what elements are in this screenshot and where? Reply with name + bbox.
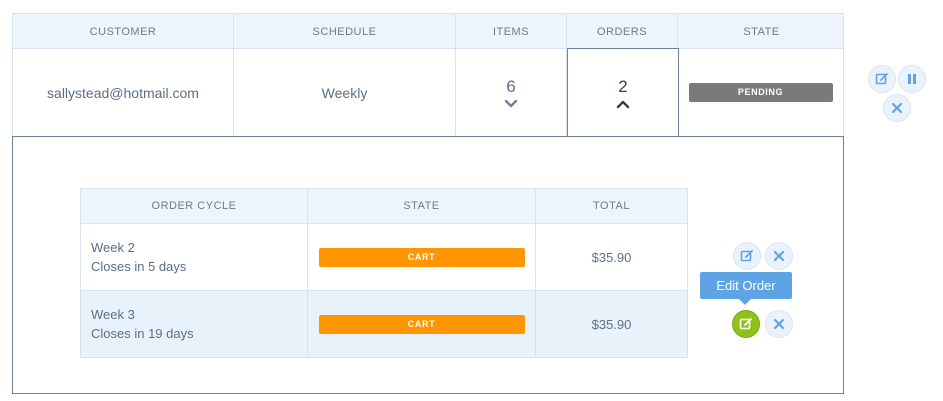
state-cell: PENDING bbox=[678, 49, 843, 136]
schedule-value: Weekly bbox=[234, 49, 456, 136]
orders-panel: ORDER CYCLE STATE TOTAL Week 2 Closes in… bbox=[12, 136, 844, 394]
order-cycle-cell: Week 2 Closes in 5 days bbox=[81, 224, 308, 290]
orders-header-row: ORDER CYCLE STATE TOTAL bbox=[80, 188, 688, 224]
subscription-row: sallystead@hotmail.com Weekly 6 2 PENDIN… bbox=[12, 48, 844, 137]
header-state: STATE bbox=[743, 26, 780, 38]
chevron-down-icon bbox=[504, 99, 518, 107]
customer-email: sallystead@hotmail.com bbox=[13, 49, 234, 136]
remove-order-button[interactable] bbox=[765, 310, 793, 338]
header-order-state: STATE bbox=[308, 189, 536, 223]
edit-order-button[interactable] bbox=[732, 310, 760, 338]
edit-icon bbox=[739, 318, 752, 330]
order-state-cell: CART bbox=[308, 291, 536, 357]
items-count: 6 bbox=[506, 76, 516, 96]
orders-count: 2 bbox=[618, 77, 628, 96]
edit-order-tooltip: Edit Order bbox=[700, 272, 792, 299]
edit-order-button[interactable] bbox=[733, 242, 761, 270]
header-order-total: TOTAL bbox=[593, 200, 630, 212]
close-icon bbox=[773, 250, 785, 262]
close-icon bbox=[891, 102, 903, 114]
edit-icon bbox=[740, 250, 753, 262]
edit-subscription-button[interactable] bbox=[868, 65, 896, 93]
table-row: Week 2 Closes in 5 days CART $35.90 bbox=[80, 224, 688, 291]
status-badge: CART bbox=[318, 247, 525, 267]
order-cycle-closing: Closes in 19 days bbox=[91, 326, 194, 341]
header-items: ITEMS bbox=[456, 14, 567, 50]
order-state-cell: CART bbox=[308, 224, 536, 290]
header-orders: ORDERS bbox=[567, 14, 678, 50]
pause-icon bbox=[908, 74, 916, 84]
items-toggle[interactable]: 6 bbox=[456, 49, 567, 136]
order-cycle-week: Week 2 bbox=[91, 240, 135, 255]
subscriptions-header-row: CUSTOMER SCHEDULE ITEMS ORDERS STATE bbox=[12, 13, 844, 50]
header-schedule: SCHEDULE bbox=[234, 14, 456, 50]
status-badge: PENDING bbox=[688, 83, 833, 102]
order-total: $35.90 bbox=[591, 316, 632, 332]
close-icon bbox=[773, 318, 785, 330]
edit-icon bbox=[875, 73, 888, 85]
order-total: $35.90 bbox=[591, 249, 632, 265]
cancel-subscription-button[interactable] bbox=[883, 94, 911, 122]
order-cycle-week: Week 3 bbox=[91, 307, 135, 322]
table-row: Week 3 Closes in 19 days CART $35.90 bbox=[80, 291, 688, 358]
tooltip-arrow bbox=[739, 299, 751, 305]
order-cycle-cell: Week 3 Closes in 19 days bbox=[81, 291, 308, 357]
pause-subscription-button[interactable] bbox=[898, 65, 926, 93]
header-order-cycle: ORDER CYCLE bbox=[81, 189, 308, 223]
orders-toggle[interactable]: 2 bbox=[567, 48, 679, 137]
status-badge: CART bbox=[318, 314, 525, 334]
header-customer: CUSTOMER bbox=[13, 14, 234, 50]
order-cycle-closing: Closes in 5 days bbox=[91, 259, 187, 274]
chevron-up-icon bbox=[616, 100, 630, 109]
remove-order-button[interactable] bbox=[765, 242, 793, 270]
